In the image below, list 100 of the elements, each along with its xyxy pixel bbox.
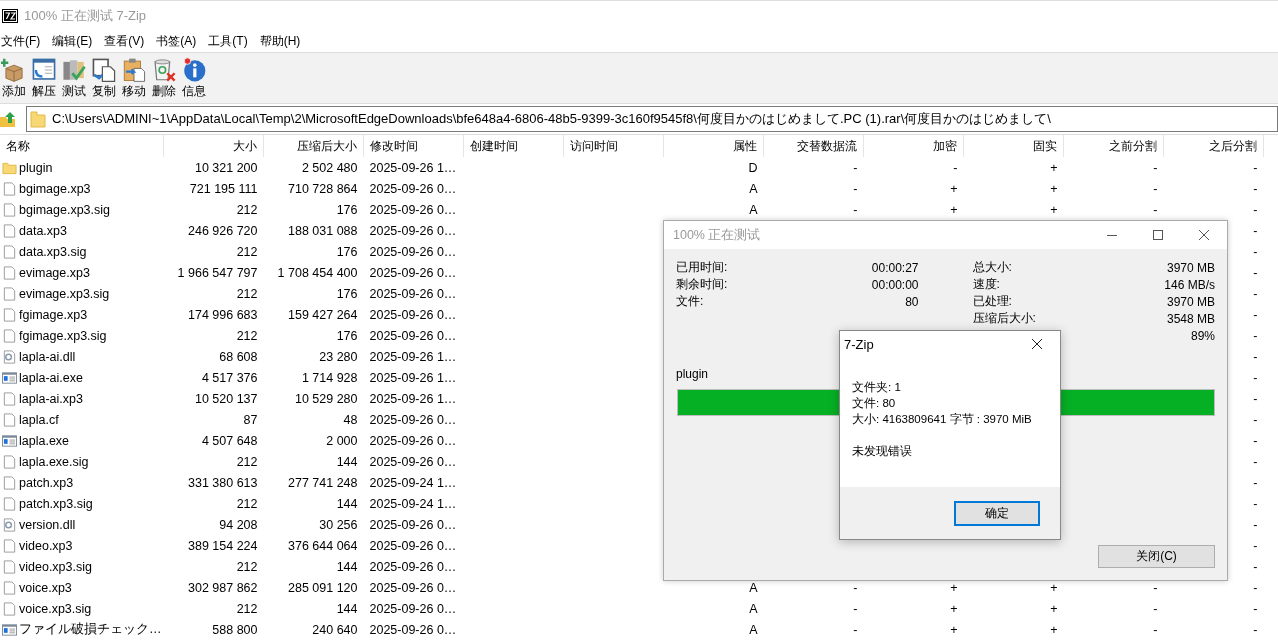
result-message: 未发现错误 (852, 444, 913, 459)
table-cell: 2025-09-26 0… (369, 538, 457, 553)
column-header[interactable]: 之前分割 (1063, 135, 1164, 157)
file-name[interactable]: bgimage.xp3 (19, 181, 91, 196)
file-name[interactable]: lapla-ai.xp3 (19, 391, 83, 406)
file-name[interactable]: lapla-ai.dll (19, 349, 76, 364)
table-cell: 2025-09-26 0… (369, 622, 457, 637)
menu-item[interactable]: 编辑(E) (51, 32, 100, 50)
table-cell: - (853, 622, 858, 637)
file-name[interactable]: voice.xp3.sig (19, 601, 92, 616)
stat-label: 已用时间: (676, 259, 728, 276)
menu-item[interactable]: 书签(A) (155, 32, 204, 50)
table-cell: - (1253, 517, 1258, 532)
column-header[interactable]: 固实 (963, 135, 1064, 157)
column-header[interactable]: 创建时间 (463, 135, 564, 157)
toolbar-button[interactable]: 信息 (180, 56, 208, 100)
table-cell: 2025-09-24 1… (369, 475, 457, 490)
table-cell: 212 (236, 454, 258, 469)
file-name[interactable]: data.xp3.sig (19, 244, 87, 259)
window-title: 100% 正在测试 7-Zip (24, 6, 147, 25)
table-cell: 721 195 111 (189, 181, 258, 196)
column-header[interactable]: 交替数据流 (763, 135, 864, 157)
menu-item[interactable]: 工具(T) (207, 32, 255, 50)
file-name[interactable]: bgimage.xp3.sig (19, 202, 111, 217)
menu-item[interactable]: 文件(F) (0, 32, 48, 50)
copy-icon (91, 56, 117, 83)
table-cell: 376 644 064 (288, 538, 358, 553)
table-cell: 2025-09-26 0… (369, 286, 457, 301)
stat-value: 3548 MB (1166, 311, 1215, 326)
current-file: plugin (676, 367, 710, 381)
close-button[interactable]: 关闭(C) (1098, 545, 1215, 568)
column-header[interactable]: 属性 (663, 135, 764, 157)
stat-value: 146 MB/s (1164, 277, 1215, 292)
stat-value: 3970 MB (1166, 294, 1215, 309)
toolbar-button[interactable]: 复制 (90, 56, 118, 100)
toolbar-button[interactable]: 删除 (150, 56, 178, 100)
table-cell: 240 640 (312, 622, 358, 637)
folder-up-icon[interactable] (0, 111, 16, 127)
file-name[interactable]: plugin (19, 160, 53, 175)
table-cell: + (950, 622, 958, 637)
table-cell: 2025-09-26 0… (369, 202, 457, 217)
column-header[interactable]: 压缩后大小 (263, 135, 364, 157)
file-name[interactable]: video.xp3 (19, 538, 73, 553)
table-cell: 176 (336, 328, 358, 343)
table-cell: 2025-09-26 0… (369, 580, 457, 595)
file-name[interactable]: version.dll (19, 517, 76, 532)
toolbar-button[interactable]: 移动 (120, 56, 148, 100)
table-cell: + (950, 580, 958, 595)
address-field[interactable]: C:\Users\ADMINI~1\AppData\Local\Temp\2\MicrosoftEdgeDownloads\bfe648a4-6806-48b5-9399-3c160f9545f8\何度目かのはじめまして.PC (1).rar\何度目かのはじめまして\ (26, 106, 1278, 132)
table-cell: - (853, 202, 858, 217)
table-cell: - (1253, 370, 1258, 385)
file-name[interactable]: ファイル破損チェック… (19, 621, 162, 638)
table-cell: - (1153, 181, 1158, 196)
table-cell: 212 (236, 328, 258, 343)
file-name[interactable]: lapla.cf (19, 412, 59, 427)
table-cell: - (853, 580, 858, 595)
file-name[interactable]: video.xp3.sig (19, 559, 92, 574)
file-name[interactable]: fgimage.xp3 (19, 307, 88, 322)
table-cell: + (1050, 160, 1058, 175)
stat-value: 00:00:00 (871, 277, 919, 292)
file-name[interactable]: evimage.xp3 (19, 265, 90, 280)
table-cell: A (749, 181, 758, 196)
table-cell: - (1253, 223, 1258, 238)
column-header[interactable]: 加密 (863, 135, 964, 157)
table-cell: 159 427 264 (288, 307, 358, 322)
table-cell: + (1050, 601, 1058, 616)
column-header[interactable]: 访问时间 (563, 135, 664, 157)
column-header[interactable]: 名称 (0, 135, 164, 157)
table-cell: - (1253, 601, 1258, 616)
menu-item[interactable]: 帮助(H) (258, 32, 308, 50)
table-cell: 87 (243, 412, 258, 427)
file-name[interactable]: patch.xp3 (19, 475, 74, 490)
file-name[interactable]: voice.xp3 (19, 580, 72, 595)
file-name[interactable]: lapla.exe (19, 433, 70, 448)
column-header[interactable]: 修改时间 (363, 135, 464, 157)
file-name[interactable]: patch.xp3.sig (19, 496, 93, 511)
table-cell: 2025-09-26 1… (369, 391, 457, 406)
table-cell: A (749, 580, 758, 595)
file-name[interactable]: data.xp3 (19, 223, 67, 238)
table-cell: 10 520 137 (194, 391, 258, 406)
table-cell: 2025-09-26 0… (369, 454, 457, 469)
toolbar-button[interactable]: 添加 (0, 56, 28, 100)
file-name[interactable]: evimage.xp3.sig (19, 286, 110, 301)
table-cell: 10 321 200 (194, 160, 258, 175)
menu-item[interactable]: 查看(V) (103, 32, 152, 50)
file-name[interactable]: lapla-ai.exe (19, 370, 83, 385)
column-header[interactable]: 大小 (163, 135, 264, 157)
table-cell: - (853, 181, 858, 196)
table-cell: + (1050, 202, 1058, 217)
file-name[interactable]: fgimage.xp3.sig (19, 328, 107, 343)
table-cell: - (1253, 475, 1258, 490)
table-cell: 176 (336, 286, 358, 301)
table-cell: 176 (336, 202, 358, 217)
toolbar-button[interactable]: 解压 (30, 56, 58, 100)
ok-button[interactable]: 确定 (954, 500, 1040, 526)
toolbar-button[interactable]: 测试 (60, 56, 88, 100)
table-cell: 2025-09-26 0… (369, 559, 457, 574)
table-cell: 2025-09-24 1… (369, 496, 457, 511)
file-name[interactable]: lapla.exe.sig (19, 454, 89, 469)
column-header[interactable]: 之后分割 (1163, 135, 1264, 157)
